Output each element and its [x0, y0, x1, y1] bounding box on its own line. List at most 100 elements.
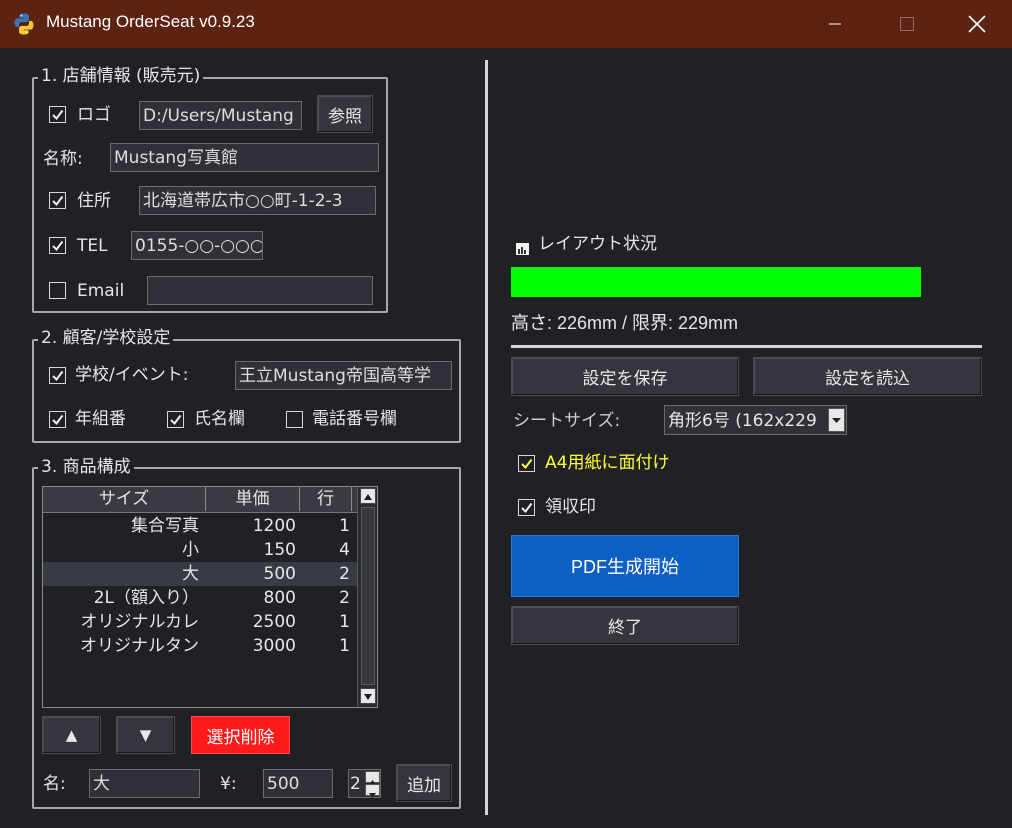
table-row[interactable]: 小 150 4: [43, 538, 357, 562]
down-arrow-icon: ▼: [139, 726, 152, 744]
product-table[interactable]: サイズ 単価 行 集合写真 1200 1 小 150 4 大 500 2 2L（額入り） 800 2 オ…: [42, 486, 378, 708]
layout-status-text: 高さ: 226mm / 限界: 229mm: [511, 313, 739, 333]
scroll-up-button[interactable]: [360, 488, 376, 504]
table-row[interactable]: 2L（額入り） 800 2: [43, 586, 357, 610]
maximize-button[interactable]: [872, 0, 942, 48]
close-button[interactable]: [942, 0, 1012, 48]
check-icon: [52, 414, 64, 426]
table-header: サイズ 単価 行: [43, 487, 357, 513]
receipt-label: 領収印: [545, 497, 596, 517]
store-info-legend: 1. 店舗情報 (販売元): [38, 66, 204, 86]
cell-price: 3000: [252, 636, 296, 656]
tel-checkbox[interactable]: [49, 237, 66, 254]
email-label: Email: [77, 281, 125, 301]
check-icon: [521, 502, 533, 514]
exit-button[interactable]: 終了: [511, 606, 739, 645]
cell-size: 集合写真: [131, 516, 199, 536]
products-legend: 3. 商品構成: [38, 457, 134, 477]
address-input[interactable]: 北海道帯広市○○町-1-2-3: [139, 186, 376, 215]
maximize-icon: [900, 17, 914, 31]
generate-pdf-button[interactable]: PDF生成開始: [511, 535, 739, 597]
delete-selected-button[interactable]: 選択削除: [191, 716, 290, 754]
name-col-checkbox[interactable]: [167, 411, 184, 428]
spin-down-button[interactable]: [365, 784, 380, 798]
customer-legend: 2. 顧客/学校設定: [38, 328, 174, 348]
cell-price: 150: [263, 540, 296, 560]
layout-progress-bar: [511, 267, 926, 297]
receipt-checkbox[interactable]: [518, 499, 535, 516]
address-label: 住所: [77, 191, 111, 211]
cell-lines: 1: [339, 612, 350, 632]
check-icon: [52, 195, 64, 207]
scroll-thumb[interactable]: [361, 507, 375, 685]
horizontal-separator: [511, 345, 982, 348]
school-checkbox[interactable]: [49, 367, 66, 384]
item-price-label: ¥:: [220, 774, 237, 794]
dropdown-arrow-button[interactable]: [828, 408, 845, 432]
email-input[interactable]: [147, 276, 373, 305]
cell-size: 大: [182, 564, 199, 584]
a4-imposition-checkbox[interactable]: [518, 455, 535, 472]
check-icon: [52, 109, 64, 121]
python-icon: [12, 12, 36, 36]
table-row[interactable]: オリジナルカレ 2500 1: [43, 610, 357, 634]
email-checkbox[interactable]: [49, 282, 66, 299]
cell-lines: 2: [339, 564, 350, 584]
scroll-down-button[interactable]: [360, 688, 376, 704]
layout-progress-fill: [511, 267, 921, 297]
table-scrollbar[interactable]: [357, 487, 377, 707]
sheet-size-select[interactable]: 角形6号 (162x229: [664, 405, 847, 435]
item-name-input[interactable]: 大: [89, 769, 200, 798]
load-settings-button[interactable]: 設定を読込: [753, 357, 982, 396]
class-checkbox[interactable]: [49, 411, 66, 428]
cell-price: 500: [263, 564, 296, 584]
save-settings-button[interactable]: 設定を保存: [511, 357, 739, 396]
close-icon: [968, 15, 986, 33]
column-header-price[interactable]: 単価: [206, 487, 300, 511]
a4-imposition-label: A4用紙に面付け: [545, 453, 670, 473]
sheet-size-value: 角形6号 (162x229: [668, 411, 817, 431]
tel-input[interactable]: 0155-○○-○○○○: [131, 231, 263, 260]
scroll-up-icon: [364, 494, 372, 500]
store-name-label: 名称:: [43, 149, 83, 169]
move-up-button[interactable]: ▲: [42, 716, 101, 754]
phone-col-checkbox[interactable]: [286, 411, 303, 428]
browse-button[interactable]: 参照: [317, 95, 373, 133]
logo-checkbox[interactable]: [49, 106, 66, 123]
cell-size: オリジナルタン: [80, 636, 199, 656]
add-button[interactable]: 追加: [396, 764, 452, 802]
column-header-lines[interactable]: 行: [300, 487, 352, 511]
move-down-button[interactable]: ▼: [116, 716, 175, 754]
spin-down-icon: [369, 793, 376, 798]
logo-label: ロゴ: [77, 105, 111, 125]
table-row[interactable]: 大 500 2: [43, 562, 357, 586]
address-checkbox[interactable]: [49, 192, 66, 209]
layout-status-title: レイアウト状況: [538, 234, 657, 254]
logo-path-input[interactable]: D:/Users/Mustang: [139, 101, 302, 130]
check-icon: [52, 240, 64, 252]
scroll-down-icon: [364, 694, 372, 700]
table-row[interactable]: オリジナルタン 3000 1: [43, 634, 357, 658]
phone-col-label: 電話番号欄: [312, 409, 397, 429]
spin-up-button[interactable]: [365, 771, 380, 785]
up-arrow-icon: ▲: [65, 726, 78, 744]
item-price-input[interactable]: 500: [263, 769, 333, 798]
item-lines-spinbox[interactable]: 2: [348, 769, 381, 798]
chart-icon: [515, 240, 531, 256]
name-col-label: 氏名欄: [194, 409, 245, 429]
cell-lines: 1: [339, 636, 350, 656]
cell-lines: 2: [339, 588, 350, 608]
cell-size: 2L（額入り）: [93, 588, 199, 608]
class-label: 年組番: [75, 409, 126, 429]
cell-price: 2500: [252, 612, 296, 632]
window-title: Mustang OrderSeat v0.9.23: [46, 12, 255, 31]
school-label: 学校/イベント:: [75, 365, 189, 385]
minimize-button[interactable]: [800, 0, 870, 48]
school-input[interactable]: 王立Mustang帝国高等学: [235, 361, 452, 390]
sheet-size-label: シートサイズ:: [513, 411, 621, 431]
chevron-down-icon: [832, 418, 841, 423]
store-name-input[interactable]: Mustang写真館: [110, 143, 379, 172]
table-row[interactable]: 集合写真 1200 1: [43, 514, 357, 538]
cell-size: 小: [182, 540, 199, 560]
column-header-size[interactable]: サイズ: [43, 487, 206, 511]
